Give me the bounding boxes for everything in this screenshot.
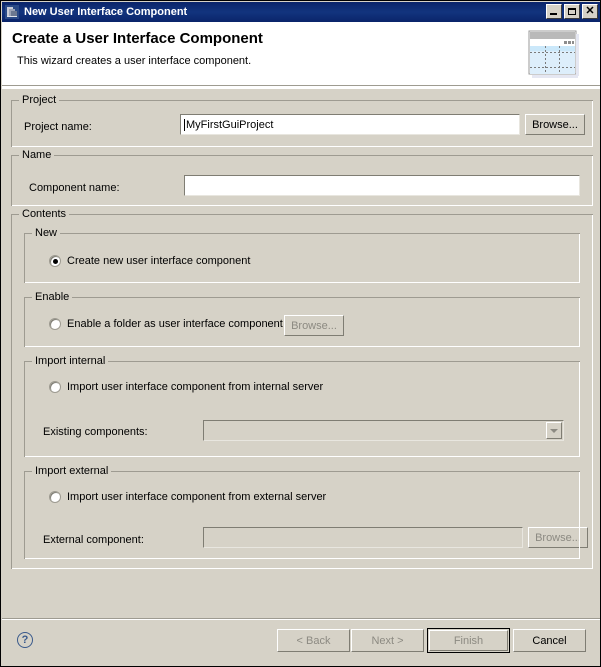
name-group: Name Component name: xyxy=(11,149,593,206)
import-external-group-legend: Import external xyxy=(32,465,112,477)
project-browse-button[interactable]: Browse... xyxy=(525,114,585,135)
help-icon[interactable]: ? xyxy=(17,632,33,648)
maximize-button[interactable] xyxy=(564,4,580,19)
import-internal-group-legend: Import internal xyxy=(32,355,109,367)
header-divider xyxy=(2,85,600,87)
import-external-group: Import external Import user interface co… xyxy=(24,465,588,559)
create-new-component-radio[interactable] xyxy=(49,255,61,267)
finish-button: Finish xyxy=(427,628,510,653)
create-new-component-radio-row[interactable]: Create new user interface component xyxy=(49,255,250,267)
enable-folder-label: Enable a folder as user interface compon… xyxy=(67,318,283,330)
import-internal-radio[interactable] xyxy=(49,381,61,393)
project-name-value: MyFirstGuiProject xyxy=(186,118,274,131)
page-title: Create a User Interface Component xyxy=(12,30,263,47)
import-internal-group: Import internal Import user interface co… xyxy=(24,355,580,457)
external-component-input xyxy=(203,527,523,548)
existing-components-label: Existing components: xyxy=(43,426,148,438)
import-external-label: Import user interface component from ext… xyxy=(67,491,327,503)
cancel-button[interactable]: Cancel xyxy=(513,629,586,652)
project-name-input[interactable]: MyFirstGuiProject xyxy=(180,114,520,135)
wizard-banner-icon xyxy=(528,30,584,82)
external-browse-button: Browse... xyxy=(528,527,588,548)
close-button[interactable]: ✕ xyxy=(582,4,598,19)
import-internal-radio-row[interactable]: Import user interface component from int… xyxy=(49,381,323,393)
minimize-button[interactable] xyxy=(546,4,562,19)
enable-browse-button: Browse... xyxy=(284,315,344,336)
project-name-label: Project name: xyxy=(24,121,92,133)
import-internal-label: Import user interface component from int… xyxy=(67,381,324,393)
enable-folder-radio[interactable] xyxy=(49,318,61,330)
new-user-interface-component-dialog: New User Interface Component ✕ Create a … xyxy=(0,0,601,667)
project-group: Project Project name: MyFirstGuiProject … xyxy=(11,94,593,147)
contents-group: Contents New Create new user interface c… xyxy=(11,208,593,569)
title-bar[interactable]: New User Interface Component ✕ xyxy=(2,2,600,22)
import-external-radio-row[interactable]: Import user interface component from ext… xyxy=(49,491,326,503)
wizard-body: Project Project name: MyFirstGuiProject … xyxy=(2,90,600,618)
existing-components-dropdown[interactable] xyxy=(203,420,564,441)
wizard-window-icon xyxy=(4,4,20,20)
new-group: New Create new user interface component xyxy=(24,227,580,283)
create-new-component-label: Create new user interface component xyxy=(67,255,251,267)
component-name-input[interactable] xyxy=(184,175,580,196)
next-button: Next > xyxy=(351,629,424,652)
name-group-legend: Name xyxy=(19,149,55,161)
enable-group: Enable Enable a folder as user interface… xyxy=(24,291,580,347)
external-component-label: External component: xyxy=(43,534,144,546)
page-description: This wizard creates a user interface com… xyxy=(17,55,252,67)
finish-button-label: Finish xyxy=(453,634,484,647)
chevron-down-icon xyxy=(546,422,562,439)
window-title: New User Interface Component xyxy=(24,6,188,18)
contents-group-legend: Contents xyxy=(19,208,70,220)
project-group-legend: Project xyxy=(19,94,60,106)
component-name-label: Component name: xyxy=(29,182,120,194)
wizard-header: Create a User Interface Component This w… xyxy=(2,22,600,89)
import-external-radio[interactable] xyxy=(49,491,61,503)
window-controls: ✕ xyxy=(546,4,598,19)
back-button: < Back xyxy=(277,629,350,652)
enable-folder-radio-row[interactable]: Enable a folder as user interface compon… xyxy=(49,318,283,330)
enable-group-legend: Enable xyxy=(32,291,73,303)
new-group-legend: New xyxy=(32,227,61,239)
text-caret xyxy=(184,118,185,131)
